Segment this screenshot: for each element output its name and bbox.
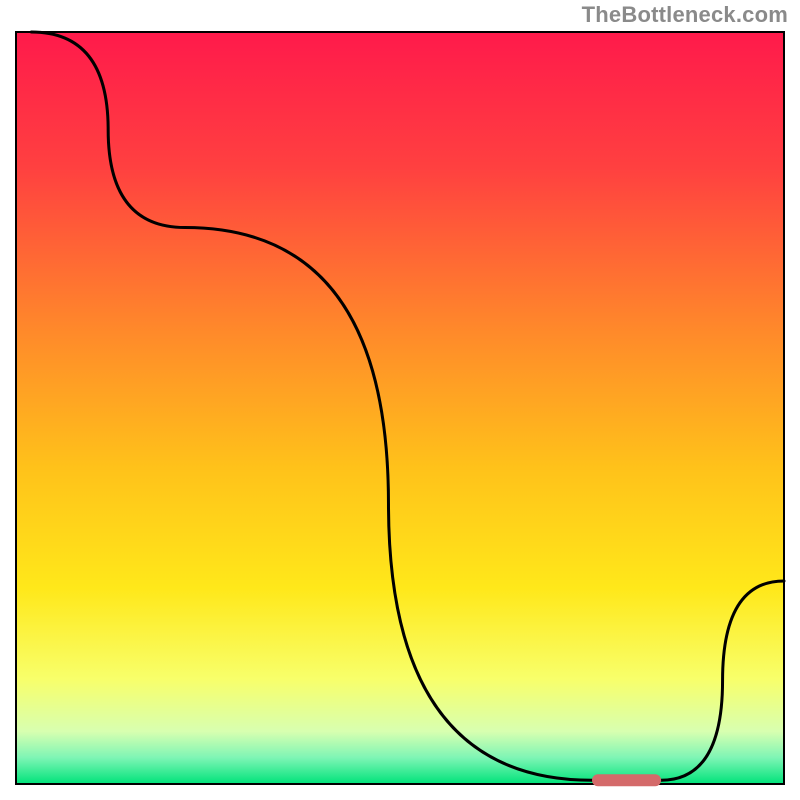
chart-container: TheBottleneck.com	[0, 0, 800, 800]
bottleneck-chart	[0, 0, 800, 800]
optimum-marker	[592, 774, 661, 786]
plot-area	[16, 32, 784, 784]
